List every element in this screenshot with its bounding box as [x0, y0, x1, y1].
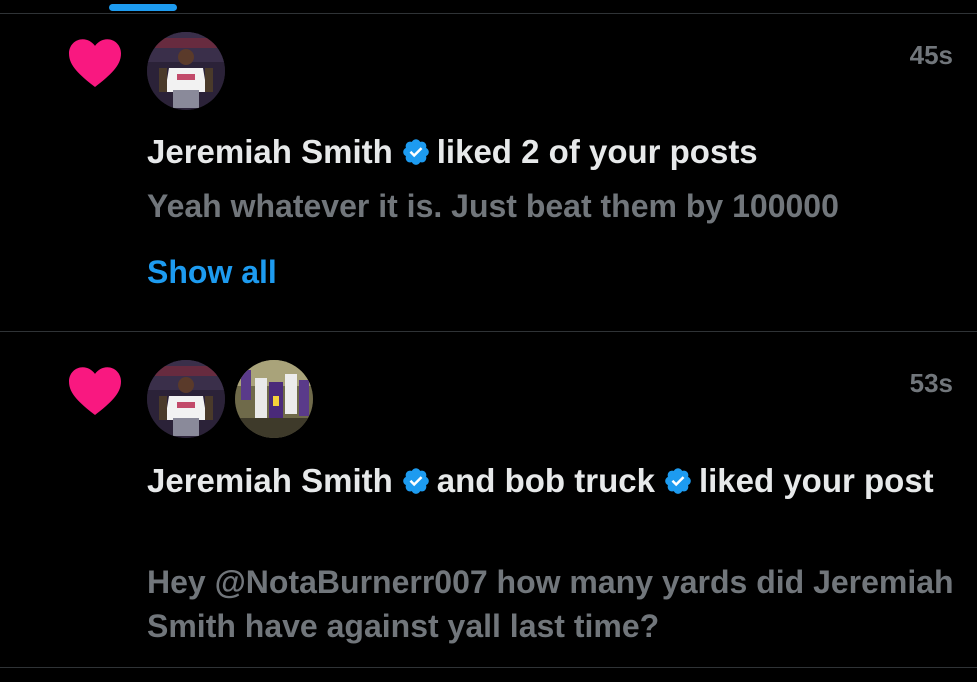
- avatar[interactable]: [235, 360, 313, 438]
- notification-headline: Jeremiah Smith and bob truck liked your po…: [147, 459, 947, 503]
- verified-badge-icon: [402, 139, 429, 165]
- action-text: liked your post: [698, 462, 934, 499]
- post-snippet[interactable]: Hey @NotaBurnerr007 how many yards did J…: [147, 560, 967, 648]
- post-snippet[interactable]: Yeah whatever it is. Just beat them by 1…: [147, 184, 967, 228]
- user-name-link[interactable]: bob truck: [505, 462, 655, 499]
- user-name-link[interactable]: Jeremiah Smith: [147, 133, 393, 170]
- timestamp: 45s: [909, 40, 953, 70]
- user-name-link[interactable]: Jeremiah Smith: [147, 462, 393, 499]
- avatar[interactable]: [147, 360, 225, 438]
- notification-item[interactable]: 53s Jeremiah Smith and bob truck liked you…: [0, 332, 977, 668]
- active-tab-indicator: [109, 4, 177, 11]
- heart-icon: [69, 367, 121, 416]
- verified-badge-icon: [402, 468, 429, 494]
- show-all-link[interactable]: Show all: [147, 254, 277, 291]
- notification-item[interactable]: 45s Jeremiah Smith liked 2 of your posts …: [0, 14, 977, 332]
- action-text: liked 2 of your posts: [436, 133, 758, 170]
- heart-icon: [69, 39, 121, 88]
- connector-text: and: [436, 462, 496, 499]
- avatar[interactable]: [147, 32, 225, 110]
- timestamp: 53s: [909, 368, 953, 398]
- verified-badge-icon: [665, 468, 691, 494]
- notification-headline: Jeremiah Smith liked 2 of your posts: [147, 130, 947, 174]
